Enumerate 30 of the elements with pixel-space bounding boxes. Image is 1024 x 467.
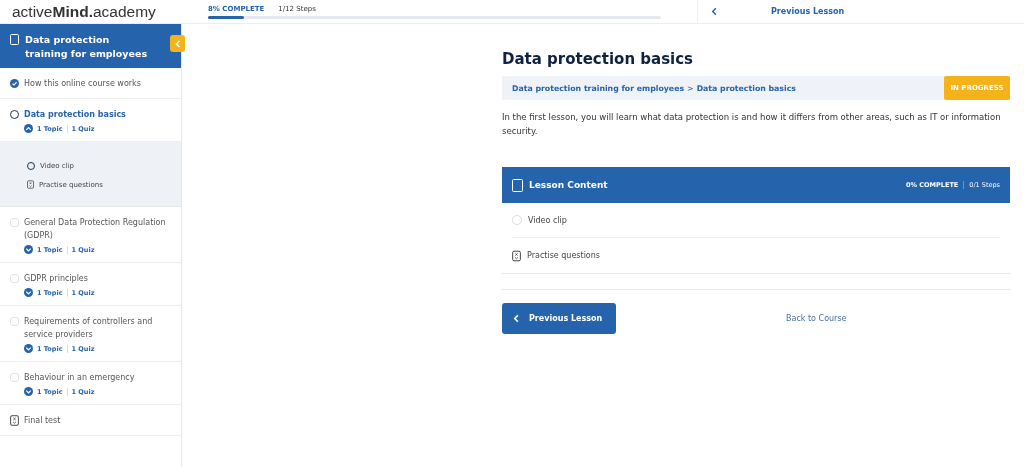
lesson-link[interactable]: Requirements of controllers and service providers xyxy=(24,315,171,341)
collapse-button[interactable] xyxy=(170,35,185,52)
topic-link[interactable]: Practise questions xyxy=(527,251,600,260)
lesson-link[interactable]: Data protection basics xyxy=(24,108,126,121)
previous-lesson-button[interactable]: Previous Lesson xyxy=(502,303,616,334)
document-icon xyxy=(512,178,523,192)
document-icon xyxy=(10,34,19,45)
quiz-icon xyxy=(27,180,34,189)
logo[interactable]: activeMind.academy xyxy=(0,0,182,23)
lesson-link[interactable]: How this online course works xyxy=(24,77,141,90)
expand-toggle[interactable] xyxy=(24,288,33,297)
quiz-icon xyxy=(512,249,521,262)
lesson-description: In the first lesson, you will learn what data protection is and how it differs from other areas, such as IT or information security. xyxy=(502,111,1002,138)
collapse-toggle[interactable] xyxy=(24,124,33,133)
chevron-left-icon xyxy=(710,7,719,16)
lesson-title: Data protection basics xyxy=(502,50,695,68)
expand-toggle[interactable] xyxy=(24,344,33,353)
lesson-link[interactable]: GDPR principles xyxy=(24,272,95,285)
chevron-left-icon xyxy=(512,314,521,323)
previous-lesson-link[interactable]: Previous Lesson xyxy=(697,0,1024,23)
lesson-link[interactable]: Behaviour in an emergency xyxy=(24,371,135,384)
lesson-link[interactable]: General Data Protection Regulation (GDPR) xyxy=(24,216,171,242)
lesson-content-title: Lesson Content xyxy=(529,180,608,190)
expand-toggle[interactable] xyxy=(24,387,33,396)
topic-link[interactable]: Video clip xyxy=(528,215,567,225)
course-title: Data protection training for employees xyxy=(25,33,149,61)
quiz-link[interactable]: Final test xyxy=(24,414,61,427)
quiz-icon xyxy=(10,415,19,426)
back-to-course-link[interactable]: Back to Course xyxy=(786,314,847,323)
expand-toggle[interactable] xyxy=(24,245,33,254)
